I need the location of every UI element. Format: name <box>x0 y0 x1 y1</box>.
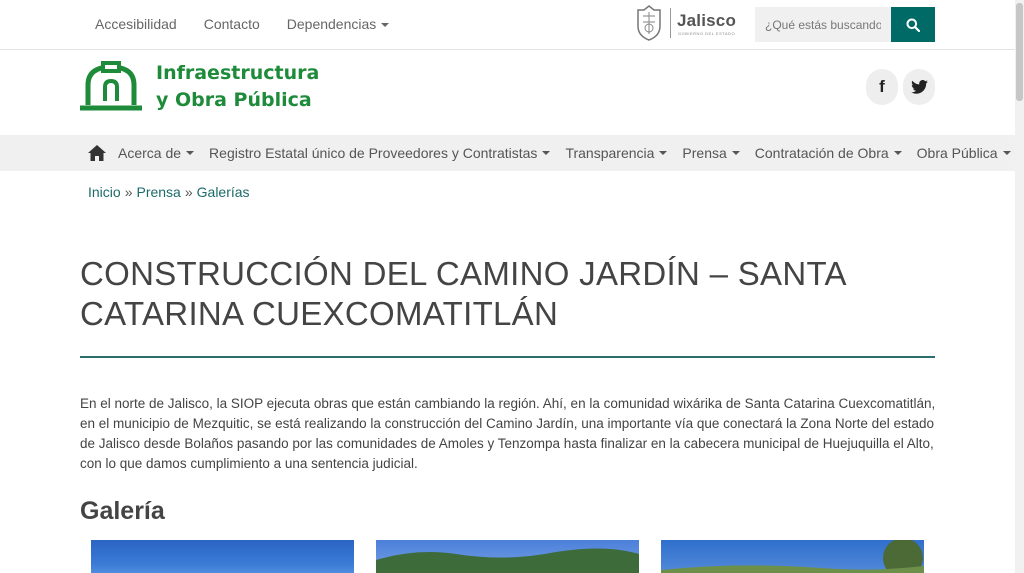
gallery-image-3[interactable] <box>661 540 924 573</box>
caret-down-icon <box>659 151 668 155</box>
search-button[interactable] <box>891 7 935 42</box>
nav-label: Contratación de Obra <box>754 145 889 161</box>
top-utility-bar: Accesibilidad Contacto Dependencias Jali… <box>0 0 1015 50</box>
nav-item-contratacion[interactable]: Contratación de Obra <box>755 145 902 161</box>
facebook-glyph: f <box>879 77 885 96</box>
page-scrollbar[interactable] <box>1015 0 1024 573</box>
siop-brand[interactable]: Infraestructura y Obra Pública <box>80 60 319 114</box>
title-divider <box>80 356 935 358</box>
nav-label: Obra Pública <box>916 145 998 161</box>
building-dome-icon <box>80 61 142 111</box>
logo-divider <box>670 8 671 38</box>
scrollbar-thumb[interactable] <box>1016 3 1023 101</box>
nav-label: Acerca de <box>118 145 182 161</box>
main-nav-items: Acerca de Registro Estatal único de Prov… <box>88 135 1024 171</box>
nav-label: Registro Estatal único de Proveedores y … <box>209 145 538 161</box>
caret-down-icon <box>186 151 195 155</box>
breadcrumb-galerias[interactable]: Galerías <box>197 184 250 200</box>
home-icon[interactable] <box>88 145 106 161</box>
twitter-bird-icon <box>910 80 928 94</box>
brand-line-2: y Obra Pública <box>156 89 312 111</box>
article-body: En el norte de Jalisco, la SIOP ejecuta … <box>80 396 936 471</box>
main-nav: Acerca de Registro Estatal único de Prov… <box>0 135 1015 171</box>
nav-item-prensa[interactable]: Prensa <box>682 145 740 161</box>
nav-label: Transparencia <box>565 145 655 161</box>
search-input[interactable] <box>755 7 891 42</box>
caret-down-icon <box>731 151 740 155</box>
facebook-icon[interactable]: f <box>866 69 898 105</box>
nav-item-transparencia[interactable]: Transparencia <box>565 145 668 161</box>
social-links: f <box>866 69 935 105</box>
accessibility-link[interactable]: Accesibilidad <box>95 16 177 32</box>
search-icon <box>906 18 920 32</box>
twitter-icon[interactable] <box>903 69 935 105</box>
breadcrumb-inicio[interactable]: Inicio <box>88 184 121 200</box>
breadcrumb-separator: » <box>184 184 193 200</box>
caret-down-icon <box>1002 151 1011 155</box>
caret-down-icon <box>381 23 390 28</box>
dependencies-label: Dependencias <box>286 16 377 32</box>
brand-name: Infraestructura y Obra Pública <box>156 60 319 114</box>
caret-down-icon <box>893 151 902 155</box>
jalisco-government-logo[interactable]: Jalisco GOBIERNO DEL ESTADO <box>634 4 736 42</box>
nav-label: Prensa <box>682 145 727 161</box>
gallery-image-1[interactable] <box>91 540 354 573</box>
top-links: Accesibilidad Contacto Dependencias <box>95 16 390 32</box>
contact-link[interactable]: Contacto <box>204 16 260 32</box>
caret-down-icon <box>542 151 551 155</box>
jalisco-wordmark: Jalisco GOBIERNO DEL ESTADO <box>677 11 736 36</box>
jalisco-subtitle: GOBIERNO DEL ESTADO <box>677 30 736 36</box>
jalisco-name: Jalisco <box>677 10 737 30</box>
nav-item-registro[interactable]: Registro Estatal único de Proveedores y … <box>209 145 551 161</box>
dependencies-dropdown[interactable]: Dependencias <box>287 16 390 32</box>
search-form <box>755 7 935 42</box>
breadcrumb: Inicio» Prensa» Galerías <box>88 184 250 200</box>
gallery-image-2[interactable] <box>376 540 639 573</box>
nav-item-obra-publica[interactable]: Obra Pública <box>917 145 1011 161</box>
gallery-heading: Galería <box>80 497 165 525</box>
brand-line-1: Infraestructura <box>156 62 320 84</box>
jalisco-seal-icon <box>637 5 661 41</box>
nav-item-acerca[interactable]: Acerca de <box>118 145 195 161</box>
gallery-image-3-tree <box>661 540 924 573</box>
gallery-image-2-hills <box>376 548 639 573</box>
page-title: CONSTRUCCIÓN DEL CAMINO JARDÍN – SANTA C… <box>80 255 845 332</box>
breadcrumb-prensa[interactable]: Prensa <box>136 184 180 200</box>
breadcrumb-separator: » <box>124 184 133 200</box>
